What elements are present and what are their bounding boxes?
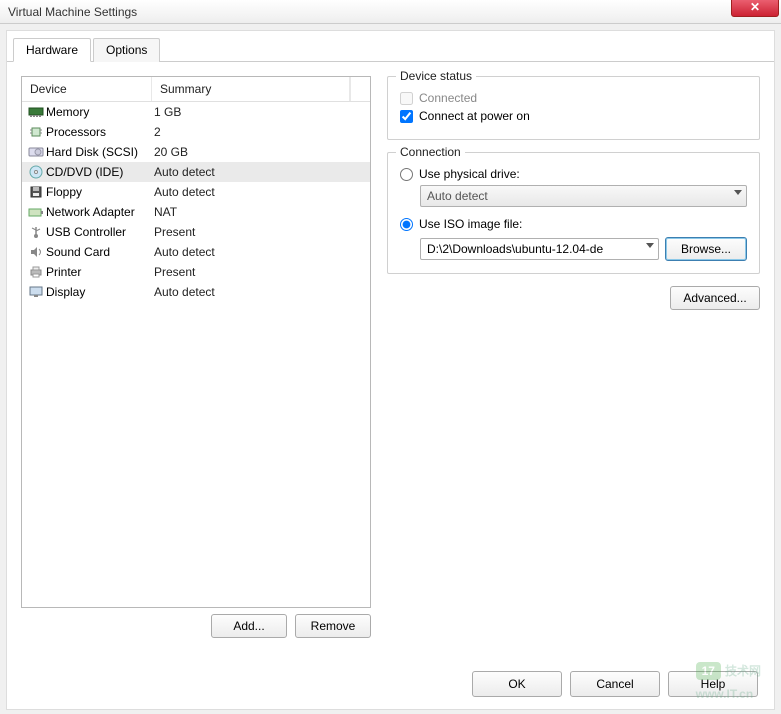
- physical-drive-combo: Auto detect: [420, 185, 747, 207]
- use-physical-radio[interactable]: [400, 168, 413, 181]
- chevron-down-icon: [734, 190, 742, 195]
- hdd-icon: [28, 144, 44, 160]
- device-row[interactable]: USB ControllerPresent: [22, 222, 370, 242]
- use-iso-radio[interactable]: [400, 218, 413, 231]
- device-summary: 2: [154, 125, 364, 139]
- connect-at-power-on-checkbox[interactable]: [400, 110, 413, 123]
- device-name: Memory: [46, 105, 154, 119]
- help-button[interactable]: Help: [668, 671, 758, 697]
- device-list-header: Device Summary: [22, 77, 370, 102]
- settings-pane: Device status Connected Connect at power…: [387, 76, 760, 638]
- device-row[interactable]: Hard Disk (SCSI)20 GB: [22, 142, 370, 162]
- memory-icon: [28, 104, 44, 120]
- device-name: Hard Disk (SCSI): [46, 145, 154, 159]
- device-summary: Auto detect: [154, 245, 364, 259]
- add-button[interactable]: Add...: [211, 614, 287, 638]
- cd-icon: [28, 164, 44, 180]
- device-summary: Auto detect: [154, 165, 364, 179]
- device-summary: Present: [154, 225, 364, 239]
- device-name: Floppy: [46, 185, 154, 199]
- connected-label: Connected: [419, 91, 477, 105]
- device-summary: Auto detect: [154, 285, 364, 299]
- display-icon: [28, 284, 44, 300]
- device-list[interactable]: Device Summary Memory1 GBProcessors2Hard…: [21, 76, 371, 608]
- device-summary: NAT: [154, 205, 364, 219]
- close-icon: ✕: [750, 0, 760, 14]
- device-summary: 20 GB: [154, 145, 364, 159]
- device-status-legend: Device status: [396, 69, 476, 83]
- device-name: USB Controller: [46, 225, 154, 239]
- device-name: Sound Card: [46, 245, 154, 259]
- device-pane: Device Summary Memory1 GBProcessors2Hard…: [21, 76, 371, 638]
- remove-button[interactable]: Remove: [295, 614, 371, 638]
- advanced-button[interactable]: Advanced...: [670, 286, 760, 310]
- dialog-body: Hardware Options Device Summary Memory1 …: [6, 30, 775, 710]
- cancel-button[interactable]: Cancel: [570, 671, 660, 697]
- titlebar: Virtual Machine Settings ✕: [0, 0, 781, 24]
- device-row[interactable]: FloppyAuto detect: [22, 182, 370, 202]
- device-row[interactable]: Processors2: [22, 122, 370, 142]
- device-name: Processors: [46, 125, 154, 139]
- device-name: Printer: [46, 265, 154, 279]
- connection-group: Connection Use physical drive: Auto dete…: [387, 152, 760, 274]
- chevron-down-icon: [646, 243, 654, 248]
- device-name: Display: [46, 285, 154, 299]
- connected-checkbox: [400, 92, 413, 105]
- sound-icon: [28, 244, 44, 260]
- cpu-icon: [28, 124, 44, 140]
- window-title: Virtual Machine Settings: [8, 5, 137, 19]
- device-summary: 1 GB: [154, 105, 364, 119]
- device-row[interactable]: Memory1 GB: [22, 102, 370, 122]
- usb-icon: [28, 224, 44, 240]
- connect-at-power-on-label: Connect at power on: [419, 109, 530, 123]
- nic-icon: [28, 204, 44, 220]
- tab-bar: Hardware Options: [7, 31, 774, 62]
- use-iso-label: Use ISO image file:: [419, 217, 522, 231]
- iso-path-combo[interactable]: D:\2\Downloads\ubuntu-12.04-de: [420, 238, 659, 260]
- device-row[interactable]: Sound CardAuto detect: [22, 242, 370, 262]
- dialog-footer: OK Cancel Help: [472, 671, 758, 697]
- use-physical-label: Use physical drive:: [419, 167, 520, 181]
- device-name: CD/DVD (IDE): [46, 165, 154, 179]
- device-name: Network Adapter: [46, 205, 154, 219]
- printer-icon: [28, 264, 44, 280]
- tab-hardware[interactable]: Hardware: [13, 38, 91, 62]
- tab-options[interactable]: Options: [93, 38, 160, 62]
- device-status-group: Device status Connected Connect at power…: [387, 76, 760, 140]
- ok-button[interactable]: OK: [472, 671, 562, 697]
- device-row[interactable]: PrinterPresent: [22, 262, 370, 282]
- header-summary[interactable]: Summary: [152, 77, 350, 101]
- header-end: [350, 77, 370, 101]
- close-button[interactable]: ✕: [731, 0, 779, 17]
- floppy-icon: [28, 184, 44, 200]
- header-device[interactable]: Device: [22, 77, 152, 101]
- device-row[interactable]: DisplayAuto detect: [22, 282, 370, 302]
- device-summary: Auto detect: [154, 185, 364, 199]
- connection-legend: Connection: [396, 145, 465, 159]
- device-row[interactable]: CD/DVD (IDE)Auto detect: [22, 162, 370, 182]
- device-row[interactable]: Network AdapterNAT: [22, 202, 370, 222]
- browse-button[interactable]: Browse...: [665, 237, 747, 261]
- device-summary: Present: [154, 265, 364, 279]
